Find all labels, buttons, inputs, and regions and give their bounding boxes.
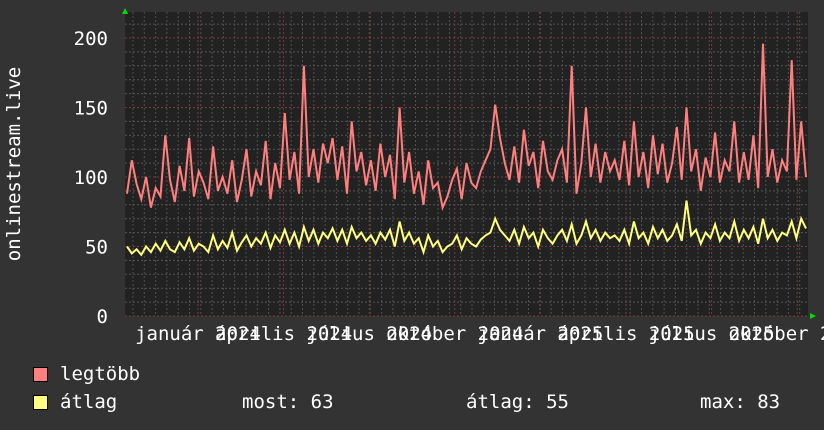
legend-item-legtobb: legtöbb xyxy=(33,363,140,385)
legtobb-swatch-icon xyxy=(33,366,48,382)
chart: 0 50 100 150 200 január 2024április 2024júli… xyxy=(3,8,824,345)
y-axis-label: onlinestream.live xyxy=(3,67,25,261)
stat-most: most: 63 xyxy=(242,391,334,413)
y-tick-label: 200 xyxy=(74,28,108,50)
legend-label: legtöbb xyxy=(60,363,141,385)
y-tick-label: 100 xyxy=(74,167,108,189)
x-axis-ticks: január 2024április 2024július 2024októbe… xyxy=(135,323,824,345)
legend-label: átlag xyxy=(60,391,118,413)
legend-item-atlag: átlag xyxy=(33,391,117,413)
y-tick-label: 50 xyxy=(85,237,108,259)
stat-atlag: átlag: 55 xyxy=(466,391,569,413)
y-axis-arrow-icon xyxy=(122,8,128,14)
stat-max: max: 83 xyxy=(700,391,781,413)
x-axis-arrow-icon xyxy=(810,313,816,319)
atlag-swatch-icon xyxy=(33,394,48,410)
y-tick-label: 0 xyxy=(97,306,108,328)
y-tick-label: 150 xyxy=(74,98,108,120)
y-axis-ticks: 0 50 100 150 200 xyxy=(74,28,108,328)
x-tick-label: október 2025 xyxy=(729,323,824,345)
